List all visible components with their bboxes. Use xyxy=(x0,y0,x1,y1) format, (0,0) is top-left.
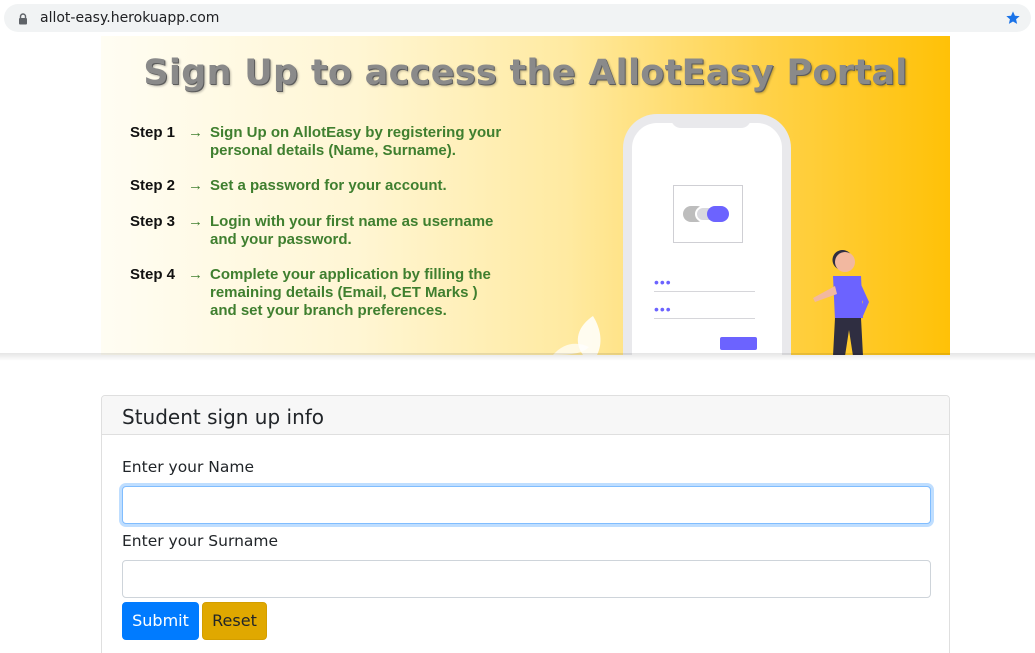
password-dots: ••• xyxy=(654,301,672,317)
surname-input[interactable] xyxy=(122,560,931,598)
name-input[interactable] xyxy=(122,486,931,524)
step-text-line: personal details (Name, Surname). xyxy=(210,142,456,159)
lock-icon[interactable] xyxy=(18,12,28,25)
leaf-illustration-icon xyxy=(553,316,601,355)
banner-title: Sign Up to access the AllotEasy Portal xyxy=(143,53,908,93)
step-label: Step 4 xyxy=(130,266,176,283)
step-text-line: Set a password for your account. xyxy=(210,177,447,194)
step-label: Step 2 xyxy=(130,177,176,194)
reset-button[interactable]: Reset xyxy=(202,602,267,640)
arrow-right-icon: → xyxy=(188,177,203,194)
signup-banner: Sign Up to access the AllotEasy Portal S… xyxy=(101,36,950,355)
step-text-line: Sign Up on AllotEasy by registering your xyxy=(210,124,502,141)
step-text-line: and your password. xyxy=(210,231,352,248)
phone-button xyxy=(720,337,757,350)
input-line xyxy=(654,291,755,292)
surname-label: Enter your Surname xyxy=(122,532,279,550)
phone-notch xyxy=(671,114,751,128)
toggle-icon xyxy=(707,206,729,222)
step-text-line: and set your branch preferences. xyxy=(210,302,447,319)
step-text-line: remaining details (Email, CET Marks ) xyxy=(210,284,478,301)
submit-button[interactable]: Submit xyxy=(122,602,199,640)
signup-card: Student sign up info Enter your Name Ent… xyxy=(101,395,950,653)
card-title: Student sign up info xyxy=(122,405,325,429)
step-text-line: Login with your first name as username xyxy=(210,213,494,230)
arrow-right-icon: → xyxy=(188,266,203,283)
phone-illustration: ••• ••• xyxy=(623,114,791,355)
star-icon[interactable] xyxy=(1005,10,1021,26)
step-label: Step 3 xyxy=(130,213,176,230)
browser-address-bar: allot-easy.herokuapp.com xyxy=(0,0,1035,36)
person-illustration-icon xyxy=(813,250,869,355)
arrow-right-icon: → xyxy=(188,213,203,230)
url-text[interactable]: allot-easy.herokuapp.com xyxy=(40,10,219,26)
name-label: Enter your Name xyxy=(122,458,255,476)
toggle-card xyxy=(673,185,743,243)
url-bar[interactable]: allot-easy.herokuapp.com xyxy=(4,4,1031,32)
password-dots: ••• xyxy=(654,274,672,290)
step-text-line: Complete your application by filling the xyxy=(210,266,491,283)
banner-divider xyxy=(0,353,1035,361)
arrow-right-icon: → xyxy=(188,124,203,141)
input-line xyxy=(654,318,755,319)
step-label: Step 1 xyxy=(130,124,176,141)
card-header: Student sign up info xyxy=(102,396,949,435)
